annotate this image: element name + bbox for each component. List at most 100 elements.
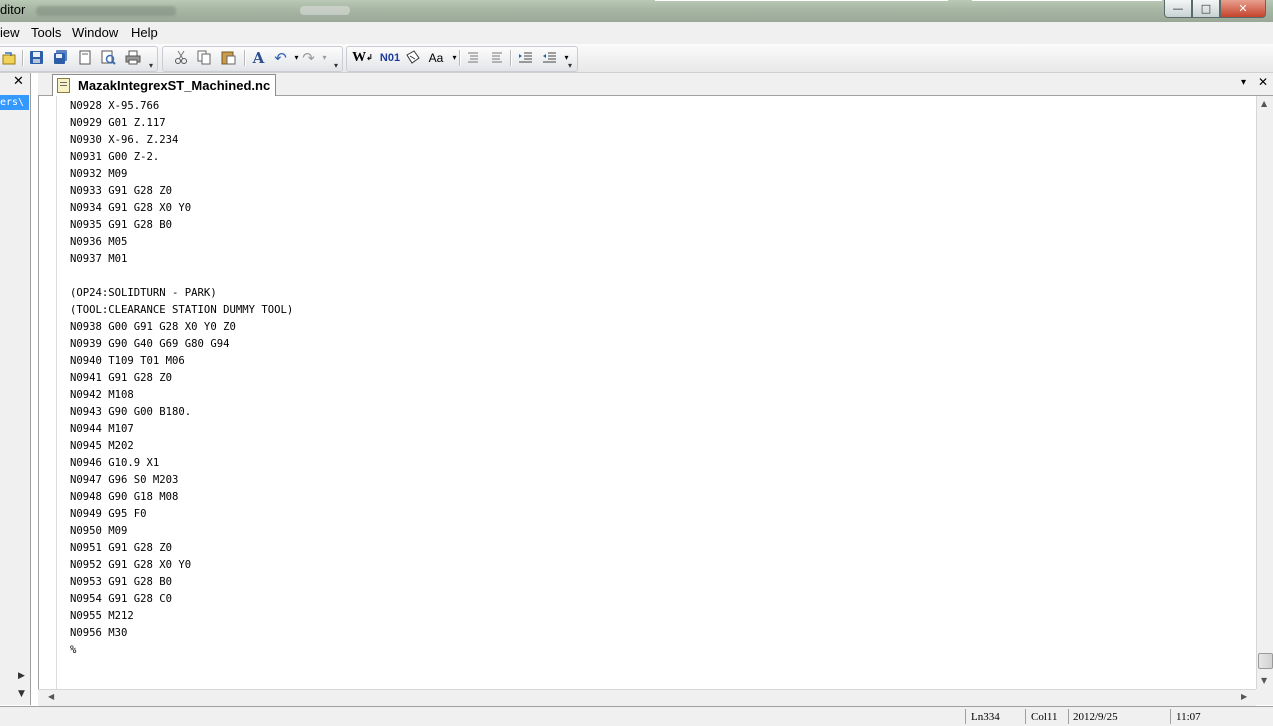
code-line[interactable]: N0929 G01 Z.117	[70, 115, 293, 132]
title-blurred-text	[36, 6, 176, 16]
tab-machined-nc[interactable]: MazakIntegrexST_Machined.nc	[52, 74, 276, 96]
change-case-icon[interactable]: Aa	[426, 49, 446, 66]
tab-label: MazakIntegrexST_Machined.nc	[78, 78, 271, 93]
paste-icon[interactable]	[220, 49, 237, 66]
code-line[interactable]: (OP24:SOLIDTURN - PARK)	[70, 285, 293, 302]
chevron-down-icon[interactable]: ▼	[18, 689, 25, 699]
save-icon[interactable]	[28, 49, 45, 66]
code-line[interactable]: %	[70, 642, 293, 659]
editor-gutter	[40, 96, 57, 689]
code-line[interactable]: N0950 M09	[70, 523, 293, 540]
minimize-button[interactable]: —	[1164, 0, 1192, 18]
increase-indent-icon[interactable]	[517, 49, 534, 66]
code-line[interactable]: N0938 G00 G91 G28 X0 Y0 Z0	[70, 319, 293, 336]
chevron-right-icon[interactable]: ▶	[18, 671, 25, 681]
bookmark-icon[interactable]	[404, 49, 421, 66]
code-line[interactable]: N0945 M202	[70, 438, 293, 455]
close-tab-icon[interactable]: ✕	[1258, 75, 1268, 89]
code-line[interactable]: N0933 G91 G28 Z0	[70, 183, 293, 200]
status-separator	[1170, 709, 1171, 724]
status-column: Col11	[1031, 711, 1058, 723]
cut-icon[interactable]	[172, 49, 189, 66]
line-numbers-icon[interactable]: N01	[379, 49, 401, 66]
horizontal-scrollbar[interactable]: ◀ ▶	[38, 689, 1256, 706]
side-panel: ✕ ers\ ▶ ▼	[0, 73, 31, 705]
code-line[interactable]: N0937 M01	[70, 251, 293, 268]
title-highlight-2	[972, 0, 1162, 1]
save-all-icon[interactable]	[52, 49, 69, 66]
code-line[interactable]: N0951 G91 G28 Z0	[70, 540, 293, 557]
code-line[interactable]: N0930 X-96. Z.234	[70, 132, 293, 149]
code-text[interactable]: N0928 X-95.766 N0929 G01 Z.117 N0930 X-96.…	[70, 98, 293, 659]
code-line[interactable]: N0949 G95 F0	[70, 506, 293, 523]
scroll-right-icon[interactable]: ▶	[1241, 692, 1247, 701]
status-bar: Ln334 Col11 2012/9/25 11:07	[0, 706, 1273, 726]
undo-icon[interactable]: ↶	[272, 49, 289, 67]
code-line[interactable]: N0952 G91 G28 X0 Y0	[70, 557, 293, 574]
code-line[interactable]: N0942 M108	[70, 387, 293, 404]
window-controls: — □ ✕	[1164, 0, 1266, 18]
title-blurred-tab	[300, 6, 350, 15]
print-icon[interactable]	[124, 49, 141, 66]
tab-list-dropdown-icon[interactable]: ▾	[1241, 77, 1246, 88]
indent-dropdown-icon[interactable]: ▾	[558, 49, 575, 66]
scroll-down-icon[interactable]: ▼	[1261, 676, 1267, 685]
code-line[interactable]: N0947 G96 S0 M203	[70, 472, 293, 489]
open-icon[interactable]	[0, 49, 17, 66]
toolbar-overflow-icon[interactable]: ▾	[149, 61, 153, 70]
uncomment-icon[interactable]	[488, 49, 505, 66]
toolbar-overflow-icon[interactable]: ▾	[334, 61, 338, 70]
scroll-up-icon[interactable]: ▲	[1261, 99, 1267, 108]
menu-tools[interactable]: Tools	[31, 25, 61, 40]
menu-help[interactable]: Help	[131, 25, 158, 40]
redo-dropdown-icon[interactable]: ▾	[316, 49, 333, 66]
new-document-icon[interactable]	[76, 49, 93, 66]
code-line[interactable]: N0955 M212	[70, 608, 293, 625]
redo-icon[interactable]: ↷	[300, 49, 317, 67]
menu-view[interactable]: iew	[0, 25, 20, 40]
status-line: Ln334	[971, 711, 1000, 723]
font-icon[interactable]: A	[250, 49, 267, 67]
code-line[interactable]: N0946 G10.9 X1	[70, 455, 293, 472]
toolbar-separator	[459, 50, 461, 66]
vertical-scrollbar[interactable]: ▲ ▼	[1256, 96, 1273, 689]
status-separator	[1068, 709, 1069, 724]
code-line[interactable]: N0954 G91 G28 C0	[70, 591, 293, 608]
code-line[interactable]: N0944 M107	[70, 421, 293, 438]
code-line[interactable]: N0939 G90 G40 G69 G80 G94	[70, 336, 293, 353]
code-line[interactable]: N0948 G90 G18 M08	[70, 489, 293, 506]
title-bar: ditor — □ ✕	[0, 0, 1273, 22]
toolbar-separator	[510, 50, 512, 66]
copy-icon[interactable]	[196, 49, 213, 66]
code-line[interactable]: N0932 M09	[70, 166, 293, 183]
code-line[interactable]: N0953 G91 G28 B0	[70, 574, 293, 591]
code-line[interactable]: N0941 G91 G28 Z0	[70, 370, 293, 387]
code-line[interactable]	[70, 268, 293, 285]
code-editor[interactable]: N0928 X-95.766 N0929 G01 Z.117 N0930 X-96.…	[38, 96, 1257, 689]
decrease-indent-icon[interactable]	[541, 49, 558, 66]
code-line[interactable]: N0928 X-95.766	[70, 98, 293, 115]
code-line[interactable]: N0956 M30	[70, 625, 293, 642]
maximize-button[interactable]: □	[1192, 0, 1220, 18]
side-panel-selected-item[interactable]: ers\	[0, 95, 29, 110]
toolbar-overflow-icon[interactable]: ▾	[568, 61, 572, 70]
code-line[interactable]: N0931 G00 Z-2.	[70, 149, 293, 166]
vertical-scroll-thumb[interactable]	[1258, 653, 1273, 669]
side-panel-close-icon[interactable]: ✕	[13, 74, 24, 89]
comment-icon[interactable]	[464, 49, 481, 66]
code-line[interactable]: N0935 G91 G28 B0	[70, 217, 293, 234]
title-highlight	[655, 0, 948, 1]
print-preview-icon[interactable]	[100, 49, 117, 66]
menu-window[interactable]: Window	[72, 25, 118, 40]
code-line[interactable]: N0940 T109 T01 M06	[70, 353, 293, 370]
window-title: ditor	[0, 2, 26, 17]
code-line[interactable]: (TOOL:CLEARANCE STATION DUMMY TOOL)	[70, 302, 293, 319]
code-line[interactable]: N0934 G91 G28 X0 Y0	[70, 200, 293, 217]
scroll-left-icon[interactable]: ◀	[48, 692, 54, 701]
code-line[interactable]: N0936 M05	[70, 234, 293, 251]
code-line[interactable]: N0943 G90 G00 B180.	[70, 404, 293, 421]
toolbar-separator	[244, 50, 246, 66]
document-icon	[57, 78, 70, 93]
word-wrap-icon[interactable]: W ↲	[352, 49, 373, 66]
close-window-button[interactable]: ✕	[1220, 0, 1266, 18]
